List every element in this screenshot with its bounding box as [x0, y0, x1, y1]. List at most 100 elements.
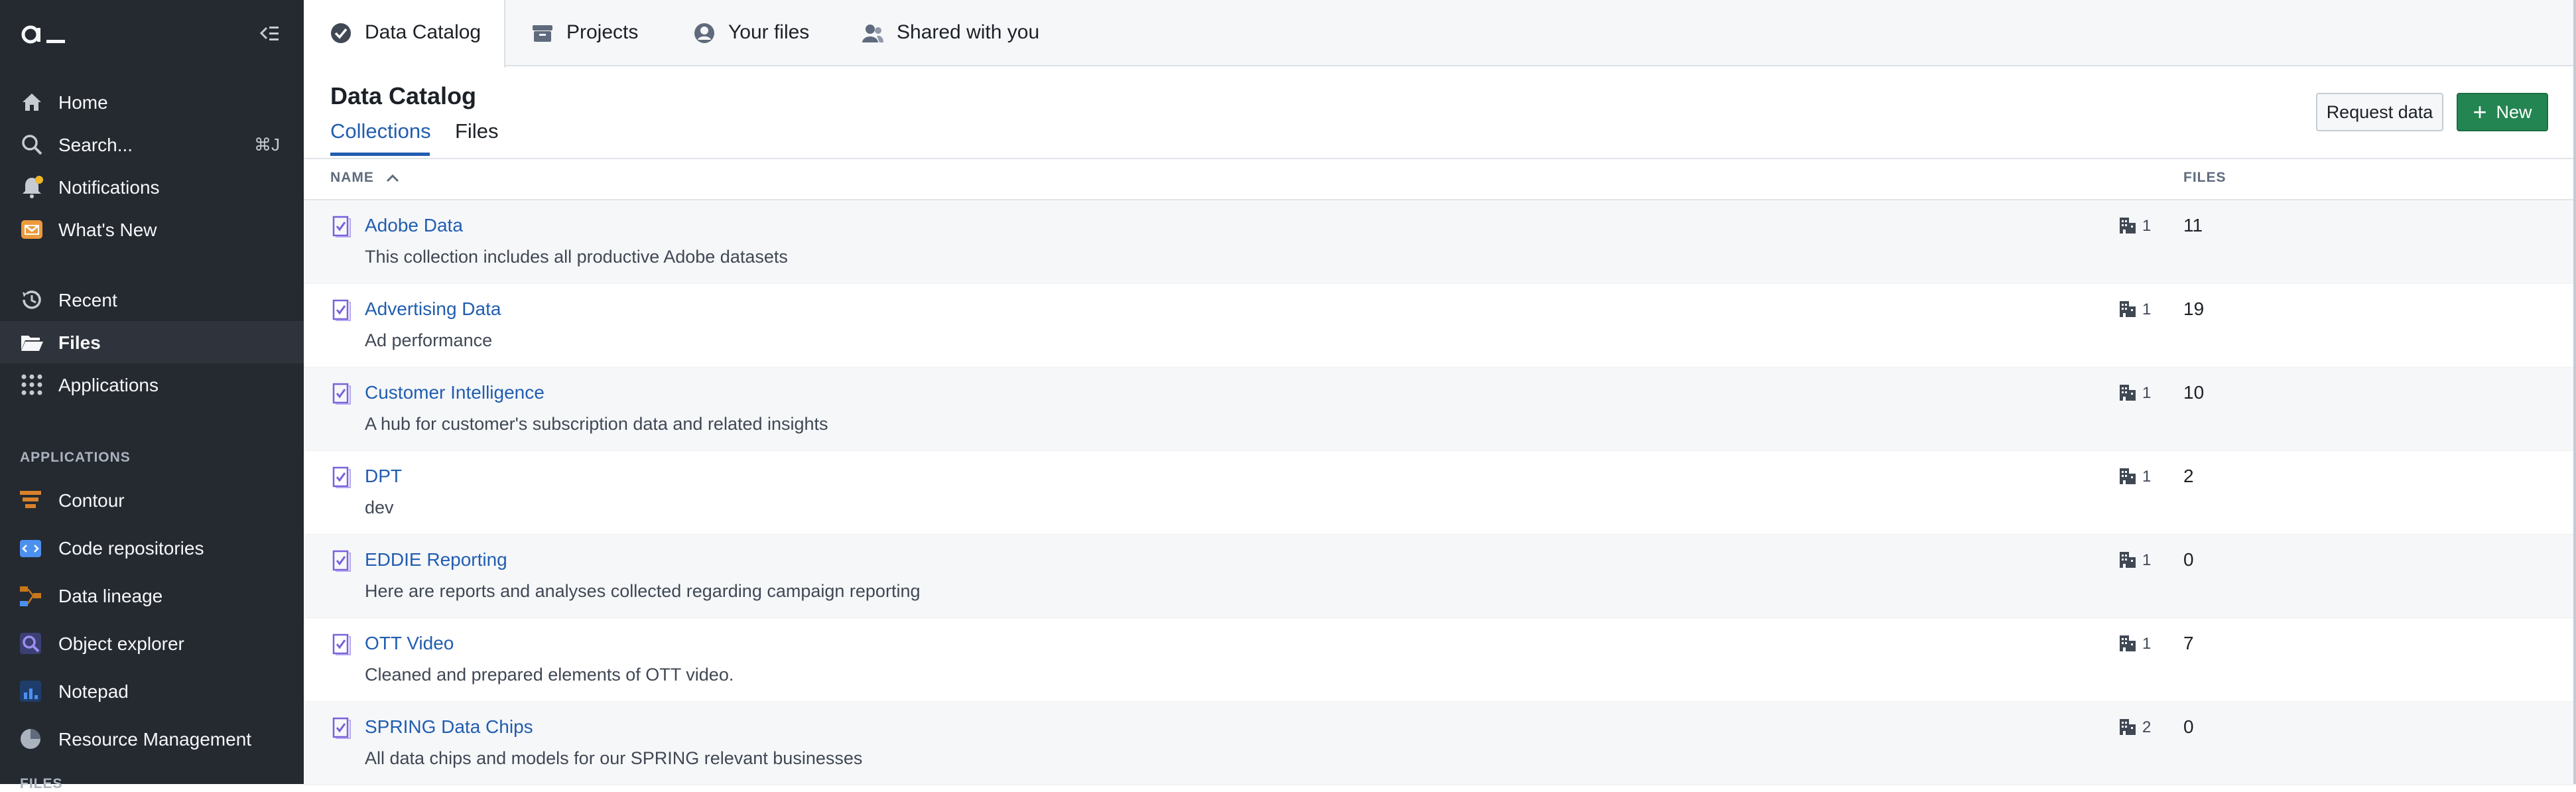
table-row[interactable]: Customer Intelligence A hub for customer'…	[304, 367, 2576, 451]
lineage-icon	[20, 586, 41, 606]
file-count: 11	[2183, 215, 2203, 235]
collection-description: A hub for customer's subscription data a…	[365, 414, 828, 434]
sidebar-item-notifications[interactable]: Notifications	[0, 166, 304, 208]
folder-open-icon	[21, 336, 43, 351]
collection-description: Here are reports and analyses collected …	[365, 581, 921, 601]
column-header-label: NAME	[330, 170, 374, 185]
collection-description: Cleaned and prepared elements of OTT vid…	[365, 665, 734, 685]
sidebar-app-data-lineage[interactable]: Data lineage	[0, 574, 304, 617]
bell-icon	[23, 176, 43, 198]
collection-name-link[interactable]: SPRING Data Chips	[365, 716, 533, 738]
tab-your-files[interactable]: Your files	[667, 0, 836, 66]
file-count: 10	[2183, 382, 2205, 403]
sidebar-item-label: Notifications	[58, 177, 160, 198]
collection-description: Ad performance	[365, 330, 493, 350]
organization-count: 1	[2142, 468, 2152, 486]
sidebar-item-label: Code repositories	[58, 538, 204, 559]
collection-description: This collection includes all productive …	[365, 247, 788, 267]
contour-icon	[20, 491, 41, 508]
collection-icon	[332, 299, 351, 321]
box-icon	[533, 25, 552, 42]
request-data-button[interactable]: Request data	[2316, 93, 2443, 131]
sidebar: Home Search... ⌘J Notifications What's N…	[0, 0, 304, 791]
file-count: 7	[2183, 633, 2194, 653]
sidebar-item-label: What's New	[58, 220, 157, 240]
collection-icon	[332, 383, 351, 405]
collection-name-link[interactable]: OTT Video	[365, 633, 454, 654]
app-logo-icon[interactable]	[21, 20, 68, 46]
sidebar-app-object-explorer[interactable]: Object explorer	[0, 622, 304, 665]
table-row[interactable]: SPRING Data Chips All data chips and mode…	[304, 702, 2576, 785]
sort-ascending-icon	[386, 174, 399, 182]
organization-count: 1	[2142, 384, 2152, 402]
sidebar-app-resource-management[interactable]: Resource Management	[0, 718, 304, 760]
tab-data-catalog[interactable]: Data Catalog	[304, 0, 505, 68]
page-title: Data Catalog	[330, 82, 477, 109]
tab-projects[interactable]: Projects	[505, 0, 667, 66]
organization-count: 1	[2142, 217, 2152, 235]
window-edge	[2573, 0, 2576, 784]
sidebar-item-applications[interactable]: Applications	[0, 363, 304, 406]
organization-count: 1	[2142, 551, 2152, 569]
sidebar-item-label: Applications	[58, 375, 159, 395]
resource-icon	[21, 729, 40, 749]
collection-description: dev	[365, 497, 394, 517]
sidebar-item-whats-new[interactable]: What's New	[0, 208, 304, 251]
collapse-sidebar-icon[interactable]	[257, 21, 281, 45]
button-label: Request data	[2326, 101, 2433, 122]
sidebar-app-notepad[interactable]: Notepad	[0, 670, 304, 712]
tab-shared-with-you[interactable]: Shared with you	[836, 0, 1048, 66]
tab-label: Shared with you	[897, 21, 1040, 43]
new-button[interactable]: + New	[2457, 93, 2548, 131]
table-row[interactable]: EDDIE Reporting Here are reports and anal…	[304, 535, 2576, 618]
collection-name-link[interactable]: Advertising Data	[365, 298, 501, 320]
subtab-collections[interactable]: Collections	[330, 119, 431, 143]
active-subtab-indicator	[330, 153, 430, 156]
applications-section-title: APPLICATIONS	[20, 450, 131, 465]
sidebar-app-contour[interactable]: Contour	[0, 479, 304, 521]
file-count: 19	[2183, 298, 2205, 319]
sidebar-item-label: Object explorer	[58, 633, 184, 654]
button-label: New	[2496, 101, 2532, 122]
history-icon	[23, 291, 41, 309]
top-tab-bar: Data Catalog Projects Your files Shared …	[304, 0, 2576, 68]
sidebar-item-label: Data lineage	[58, 586, 163, 606]
collection-name-link[interactable]: Customer Intelligence	[365, 382, 545, 403]
file-count: 0	[2183, 549, 2194, 570]
collection-name-link[interactable]: Adobe Data	[365, 215, 463, 236]
collection-icon	[332, 466, 351, 488]
tab-label: Data Catalog	[365, 21, 482, 43]
collection-description: All data chips and models for our SPRING…	[365, 748, 863, 768]
collection-icon	[332, 216, 351, 237]
tab-label: Your files	[728, 21, 810, 43]
keyboard-shortcut: ⌘J	[254, 135, 280, 155]
mail-icon	[21, 220, 42, 239]
people-icon	[862, 25, 883, 42]
subtab-files[interactable]: Files	[455, 119, 498, 143]
column-header-name[interactable]: NAME	[330, 170, 400, 186]
sidebar-item-label: Search...	[58, 135, 133, 155]
sidebar-item-search[interactable]: Search... ⌘J	[0, 123, 304, 166]
user-circle-icon	[694, 23, 714, 43]
sidebar-item-label: Files	[58, 332, 101, 353]
building-icon	[2120, 635, 2136, 651]
building-icon	[2120, 468, 2136, 484]
organization-count: 1	[2142, 635, 2152, 653]
collection-name-link[interactable]: DPT	[365, 466, 402, 487]
sidebar-item-recent[interactable]: Recent	[0, 279, 304, 321]
sidebar-app-code-repositories[interactable]: Code repositories	[0, 527, 304, 569]
files-section-title: FILES	[20, 776, 63, 791]
table-row[interactable]: DPT dev 1 2	[304, 451, 2576, 535]
sidebar-item-files[interactable]: Files	[0, 321, 304, 363]
collection-name-link[interactable]: EDDIE Reporting	[365, 549, 507, 570]
table-row[interactable]: OTT Video Cleaned and prepared elements o…	[304, 618, 2576, 702]
collection-icon	[332, 550, 351, 572]
sidebar-item-label: Contour	[58, 490, 125, 511]
column-header-files[interactable]: FILES	[2183, 170, 2226, 186]
sidebar-item-home[interactable]: Home	[0, 81, 304, 123]
table-row[interactable]: Adobe Data This collection includes all p…	[304, 200, 2576, 284]
sidebar-item-label: Home	[58, 92, 108, 113]
building-icon	[2120, 719, 2136, 735]
table-row[interactable]: Advertising Data Ad performance 1 19	[304, 284, 2576, 367]
divider	[304, 158, 2576, 159]
